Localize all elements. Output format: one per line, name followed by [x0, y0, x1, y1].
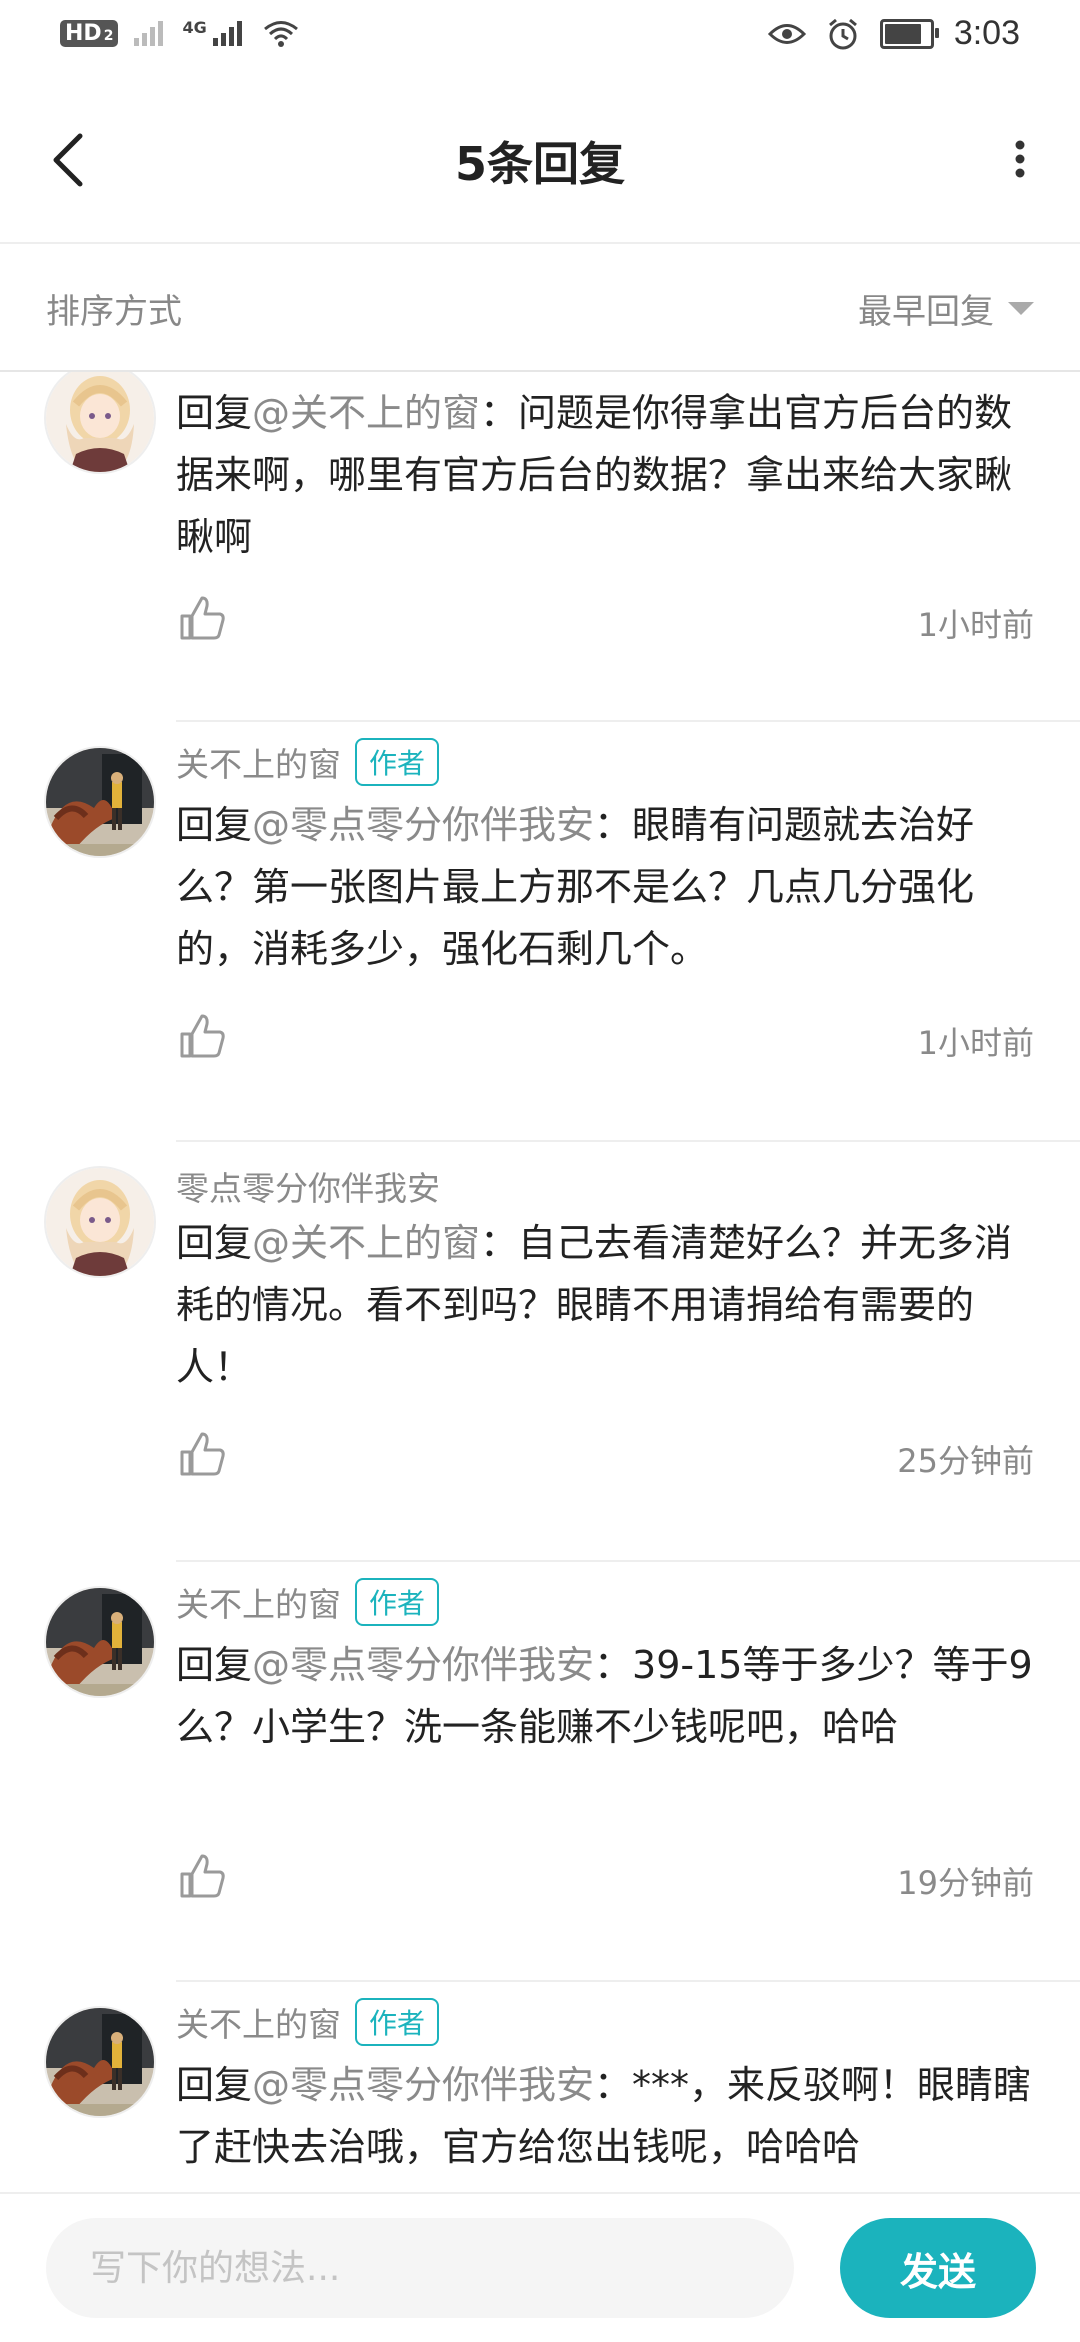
- comment-body: 回复@关不上的窗：问题是你得拿出官方后台的数据来啊，哪里有官方后台的数据？拿出来…: [176, 382, 1036, 568]
- avatar-image: [46, 1588, 154, 1696]
- reply-prefix: 回复: [176, 391, 253, 435]
- battery-icon: [879, 18, 939, 49]
- comment-time: 1小时前: [917, 1024, 1034, 1062]
- wifi-icon: [263, 21, 298, 47]
- status-right: 3:03: [767, 14, 1020, 53]
- comment-time: 25分钟前: [897, 1442, 1034, 1480]
- comment-body: 回复@零点零分你伴我安：眼睛有问题就去治好么？第一张图片最上方那不是么？几点几分…: [176, 794, 1036, 980]
- avatar[interactable]: [44, 1586, 156, 1698]
- send-button[interactable]: 发送: [840, 2218, 1036, 2318]
- comment-input[interactable]: [46, 2218, 794, 2318]
- avatar-image: [46, 372, 154, 472]
- comment-body: 回复@零点零分你伴我安：***，来反驳啊！眼睛瞎了赶快去治哦，官方给您出钱呢，哈…: [176, 2054, 1036, 2178]
- avatar-image: [46, 2008, 154, 2116]
- thumbs-up-icon[interactable]: [178, 1430, 226, 1478]
- signal-icon: [212, 21, 242, 46]
- author-badge: 作者: [355, 1578, 440, 1626]
- avatar[interactable]: [44, 1166, 156, 1278]
- thumbs-up-icon[interactable]: [178, 594, 226, 642]
- author-name[interactable]: 零点零分你伴我安: [176, 1162, 440, 1210]
- author-name[interactable]: 关不上的窗: [176, 1578, 341, 1626]
- author-row: 关不上的窗 作者: [176, 1998, 440, 2046]
- app-header: 5条回复: [0, 76, 1080, 244]
- alarm-icon: [828, 18, 857, 49]
- reply-prefix: 回复: [176, 1643, 253, 1687]
- comment-item: 零点零分你伴我安 回复@关不上的窗：自己去看清楚好么？并无多消耗的情况。看不到吗…: [0, 1142, 1080, 1562]
- sort-label: 排序方式: [46, 292, 182, 332]
- sort-selected-value: 最早回复: [858, 292, 994, 332]
- thumbs-up-icon[interactable]: [178, 1012, 226, 1060]
- mention-link[interactable]: @关不上的窗: [252, 1221, 480, 1265]
- page-title: 5条回复: [454, 137, 625, 191]
- author-name[interactable]: 关不上的窗: [176, 738, 341, 786]
- reply-prefix: 回复: [176, 1221, 253, 1265]
- author-badge: 作者: [355, 1998, 440, 2046]
- author-name[interactable]: 关不上的窗: [176, 1998, 341, 2046]
- status-time: 3:03: [953, 14, 1020, 52]
- comment-body: 回复@零点零分你伴我安：39-15等于多少？等于9么？小学生？洗一条能赚不少钱呢…: [176, 1634, 1036, 1758]
- avatar[interactable]: [44, 372, 156, 474]
- reply-prefix: 回复: [176, 2063, 253, 2107]
- avatar[interactable]: [44, 2006, 156, 2118]
- more-vertical-icon: [1015, 140, 1025, 178]
- mention-link[interactable]: @零点零分你伴我安: [252, 1643, 594, 1687]
- hd-icon: HD 2: [60, 19, 119, 47]
- comment-time: 1小时前: [917, 606, 1034, 644]
- author-row: 关不上的窗 作者: [176, 1578, 440, 1626]
- caret-down-icon: [1008, 302, 1034, 315]
- comment-list[interactable]: 回复@关不上的窗：问题是你得拿出官方后台的数据来啊，哪里有官方后台的数据？拿出来…: [0, 372, 1080, 2192]
- thumbs-up-icon[interactable]: [178, 1852, 226, 1900]
- author-badge: 作者: [355, 738, 440, 786]
- mention-link[interactable]: @关不上的窗: [252, 391, 480, 435]
- comment-item: 回复@关不上的窗：问题是你得拿出官方后台的数据来啊，哪里有官方后台的数据？拿出来…: [0, 372, 1080, 722]
- signal-icon: [134, 21, 164, 46]
- comment-item: 关不上的窗 作者 回复@零点零分你伴我安：39-15等于多少？等于9么？小学生？…: [0, 1562, 1080, 1982]
- eye-icon: [767, 23, 806, 44]
- author-row: 关不上的窗 作者: [176, 738, 440, 786]
- comment-item: 关不上的窗 作者 回复@零点零分你伴我安：眼睛有问题就去治好么？第一张图片最上方…: [0, 722, 1080, 1142]
- sort-bar: 排序方式 最早回复: [0, 244, 1080, 372]
- comment-item: 关不上的窗 作者 回复@零点零分你伴我安：***，来反驳啊！眼睛瞎了赶快去治哦，…: [0, 1982, 1080, 2192]
- comment-body: 回复@关不上的窗：自己去看清楚好么？并无多消耗的情况。看不到吗？眼睛不用请捐给有…: [176, 1212, 1036, 1398]
- comment-composer: 发送: [0, 2192, 1080, 2342]
- comment-time: 19分钟前: [897, 1864, 1034, 1902]
- status-bar: HD 2 4G 3:03: [0, 0, 1080, 76]
- reply-prefix: 回复: [176, 803, 253, 847]
- mention-link[interactable]: @零点零分你伴我安: [252, 2063, 594, 2107]
- author-row: 零点零分你伴我安: [176, 1162, 440, 1210]
- mention-link[interactable]: @零点零分你伴我安: [252, 803, 594, 847]
- avatar[interactable]: [44, 746, 156, 858]
- status-left: HD 2 4G: [60, 18, 301, 48]
- sort-dropdown[interactable]: 最早回复: [858, 284, 1034, 333]
- network-type-label: 4G: [182, 18, 207, 37]
- avatar-image: [46, 748, 154, 856]
- more-options-button[interactable]: [1000, 134, 1040, 184]
- avatar-image: [46, 1168, 154, 1276]
